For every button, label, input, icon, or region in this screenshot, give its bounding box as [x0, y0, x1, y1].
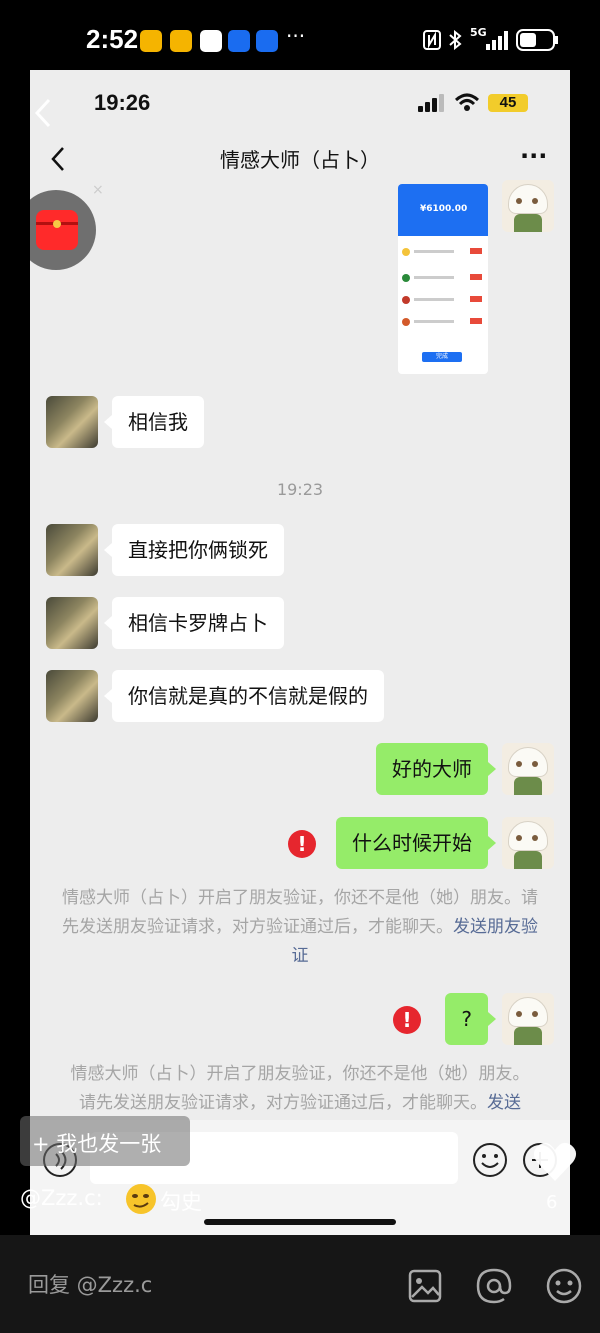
comment-username[interactable]: @Zzz.c: — [20, 1186, 103, 1210]
signal-icon — [486, 31, 508, 50]
system-notice-line: 请先发送朋友验证请求，对方验证通过后，才能聊天。 — [79, 1093, 487, 1113]
battery-level: 45 — [488, 94, 528, 112]
avatar-contact[interactable] — [46, 597, 98, 649]
chat-timestamp: 19:23 — [276, 480, 324, 499]
huya-app-icon — [200, 30, 222, 52]
post-one-too-button[interactable]: + 我也发一张 — [20, 1116, 190, 1166]
reply-bar: 回复 @Zzz.c — [0, 1235, 600, 1333]
system-notice-line: 情感大师（占卜）开启了朋友验证，你还不是他（她）朋友。 — [70, 1064, 530, 1084]
receipt-image[interactable]: ¥6100.00 完成 — [398, 184, 488, 374]
receipt-done-button: 完成 — [422, 352, 462, 362]
weibo-app-icon — [140, 30, 162, 52]
emoji-icon[interactable] — [472, 1142, 508, 1178]
post-one-too-label: + 我也发一张 — [32, 1132, 162, 1156]
message-bubble[interactable]: 你信就是真的不信就是假的 — [112, 670, 384, 722]
send-failed-icon[interactable]: ! — [393, 1006, 421, 1034]
more-options-icon[interactable]: ··· — [520, 142, 547, 170]
system-notice: 情感大师（占卜）开启了朋友验证，你还不是他（她）朋友。 请先发送朋友验证请求，对… — [60, 1060, 540, 1118]
avatar-self[interactable] — [502, 817, 554, 869]
avatar-self[interactable] — [502, 743, 554, 795]
avatar-contact[interactable] — [46, 396, 98, 448]
weibo-app-icon — [170, 30, 192, 52]
network-type: 5G — [470, 26, 487, 39]
send-verification-link[interactable]: 发送 — [487, 1093, 521, 1113]
inner-clock: 19:26 — [94, 90, 151, 115]
avatar-contact[interactable] — [46, 670, 98, 722]
avatar-self[interactable] — [502, 180, 554, 232]
battery-icon — [516, 29, 558, 51]
red-packet-float[interactable] — [30, 190, 96, 270]
chat-screenshot: 19:26 45 情感大师（占卜） ··· × ¥6100.00 完成 相信我 … — [30, 70, 570, 1235]
receipt-amount: ¥6100.00 — [420, 204, 468, 214]
home-indicator — [204, 1219, 396, 1225]
outer-status-bar: 2:52 ··· 5G — [0, 0, 600, 70]
avatar-contact[interactable] — [46, 524, 98, 576]
reply-input[interactable]: 回复 @Zzz.c — [28, 1269, 152, 1299]
message-bubble[interactable]: 相信我 — [112, 396, 204, 448]
browser-app-icon — [228, 30, 250, 52]
chat-title: 情感大师（占卜） — [220, 148, 380, 172]
send-failed-icon[interactable]: ! — [288, 830, 316, 858]
message-bubble[interactable]: 直接把你俩锁死 — [112, 524, 284, 576]
mention-icon[interactable] — [476, 1268, 512, 1304]
like-count: 6 — [546, 1192, 558, 1213]
red-packet-icon — [36, 210, 78, 250]
emoji-icon[interactable] — [546, 1268, 582, 1304]
outer-back-icon[interactable] — [34, 98, 52, 128]
smirk-emoji-icon — [126, 1184, 156, 1214]
system-notice: 情感大师（占卜）开启了朋友验证，你还不是他（她）朋友。请先发送朋友验证请求，对方… — [60, 884, 540, 971]
signal-icon — [418, 94, 444, 112]
bluetooth-icon — [449, 30, 462, 50]
inner-status-bar: 19:26 45 — [30, 70, 570, 132]
wifi-icon — [454, 93, 480, 111]
tips-app-icon — [256, 30, 278, 52]
message-bubble-self[interactable]: 什么时候开始 — [336, 817, 488, 869]
message-bubble-self[interactable]: ? — [445, 993, 488, 1045]
more-notifications-icon: ··· — [286, 24, 306, 48]
image-icon[interactable] — [408, 1269, 442, 1303]
outer-clock: 2:52 — [86, 24, 139, 54]
like-heart-icon[interactable] — [532, 1140, 578, 1184]
comment-text: 勾史 — [160, 1190, 202, 1214]
avatar-self[interactable] — [502, 993, 554, 1045]
close-float-icon[interactable]: × — [92, 182, 104, 198]
nfc-icon — [423, 30, 441, 50]
message-bubble[interactable]: 相信卡罗牌占卜 — [112, 597, 284, 649]
message-bubble-self[interactable]: 好的大师 — [376, 743, 488, 795]
